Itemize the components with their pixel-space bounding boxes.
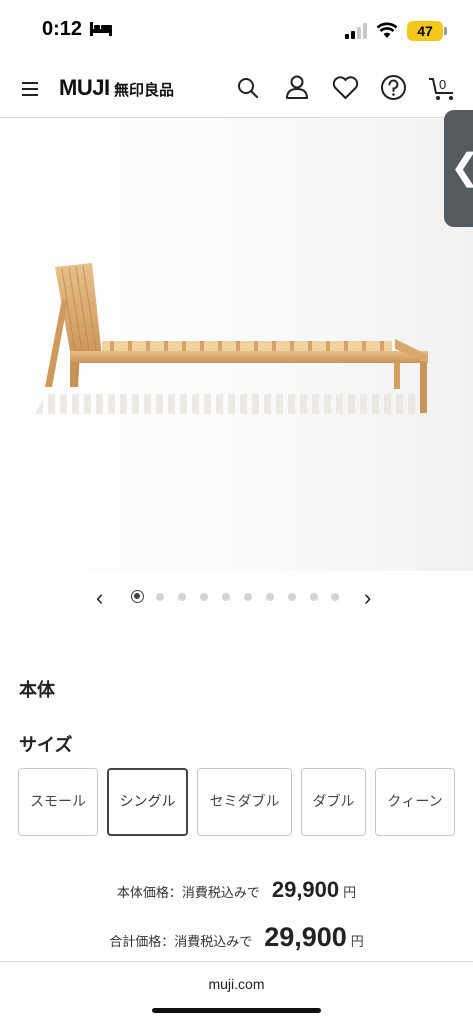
section-title-size: サイズ: [19, 735, 73, 756]
carousel-dot[interactable]: [200, 593, 208, 601]
total-price-value: 29,900: [264, 922, 347, 952]
carousel-dot[interactable]: [266, 593, 274, 601]
cart-count: 0: [439, 77, 446, 92]
heart-icon[interactable]: [332, 76, 359, 100]
carousel-next-button[interactable]: ›: [364, 585, 371, 611]
carousel-dot[interactable]: [244, 593, 252, 601]
browser-url-bar[interactable]: muji.com: [0, 961, 473, 1024]
account-icon[interactable]: [284, 74, 310, 100]
total-price-label: 合計価格：消費税込みで: [109, 935, 253, 950]
size-option-double[interactable]: ダブル: [301, 768, 366, 836]
size-option-queen[interactable]: クィーン: [375, 768, 455, 836]
carousel-dot[interactable]: [178, 593, 186, 601]
body-price-value: 29,900: [271, 877, 340, 902]
section-title-body: 本体: [19, 680, 55, 701]
carousel-dot[interactable]: [222, 593, 230, 601]
muji-logo[interactable]: MUJI: [59, 75, 110, 101]
carousel-dot[interactable]: [131, 590, 144, 603]
size-option-small[interactable]: スモール: [18, 768, 98, 836]
size-option-semi-double[interactable]: セミダブル: [197, 768, 292, 836]
bed-icon: [90, 22, 112, 36]
side-drawer-tab[interactable]: ❮: [444, 110, 473, 227]
size-option-single[interactable]: シングル: [107, 768, 188, 836]
chevron-left-icon: ❮: [450, 146, 473, 188]
battery-indicator: 47: [407, 21, 443, 41]
cart-icon[interactable]: 0: [428, 76, 458, 102]
body-price-currency: 円: [343, 886, 357, 901]
bed-product-illustration: [35, 263, 428, 414]
menu-icon[interactable]: [20, 80, 40, 98]
wifi-icon: [376, 22, 398, 38]
battery-tip: [444, 27, 447, 35]
total-price-row: 合計価格：消費税込みで 29,900 円: [0, 922, 473, 953]
body-price-label: 本体価格：消費税込みで: [116, 886, 260, 901]
body-price-row: 本体価格：消費税込みで 29,900 円: [0, 877, 473, 903]
site-header: MUJI 無印良品 0: [0, 62, 473, 118]
total-price-currency: 円: [350, 935, 364, 950]
image-carousel-controls: ‹ ›: [0, 585, 473, 611]
muji-logo-jp[interactable]: 無印良品: [114, 79, 174, 100]
status-time: 0:12: [42, 18, 83, 40]
home-indicator[interactable]: [152, 1008, 321, 1013]
signal-icon: [345, 23, 367, 39]
carousel-dot[interactable]: [331, 593, 339, 601]
carousel-dot[interactable]: [288, 593, 296, 601]
url-text[interactable]: muji.com: [0, 976, 473, 992]
help-icon[interactable]: [380, 74, 407, 101]
carousel-prev-button[interactable]: ‹: [96, 585, 103, 611]
carousel-dot[interactable]: [156, 593, 164, 601]
status-bar: 0:12 47: [0, 0, 473, 62]
product-image[interactable]: [0, 119, 473, 571]
carousel-dot[interactable]: [310, 593, 318, 601]
search-icon[interactable]: [236, 76, 260, 100]
